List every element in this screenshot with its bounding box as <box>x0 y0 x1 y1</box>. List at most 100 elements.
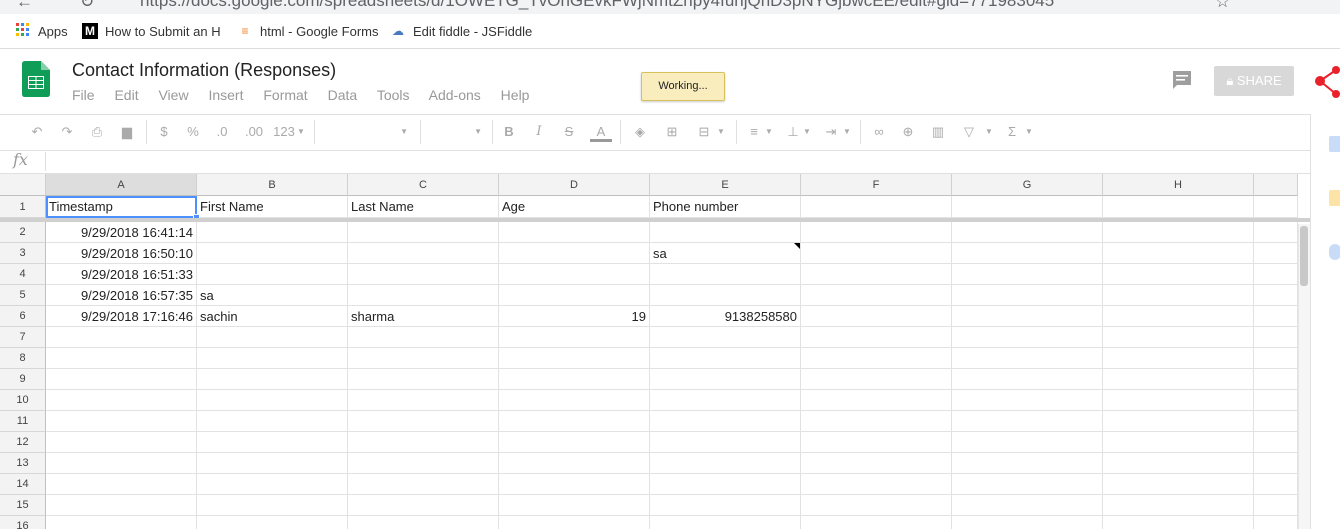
grid-cell[interactable] <box>499 348 650 369</box>
horizontal-align-icon[interactable]: ≡ <box>744 121 764 143</box>
row-header[interactable]: 8 <box>0 348 46 369</box>
grid-cell[interactable]: Phone number <box>650 196 801 218</box>
grid-cell[interactable] <box>1103 348 1254 369</box>
calendar-icon[interactable] <box>1329 136 1340 152</box>
grid-cell[interactable] <box>46 453 197 474</box>
vertical-align-icon[interactable]: ⊥ <box>784 121 802 143</box>
grid-cell[interactable]: 9138258580 <box>650 306 801 327</box>
grid-cell[interactable] <box>1254 285 1298 306</box>
row-header[interactable]: 9 <box>0 369 46 390</box>
comments-icon[interactable] <box>1171 69 1193 96</box>
grid-cell[interactable] <box>1103 453 1254 474</box>
grid-cell[interactable] <box>197 264 348 285</box>
grid-cell[interactable] <box>197 327 348 348</box>
column-header-f[interactable]: F <box>801 174 952 196</box>
grid-cell[interactable] <box>1254 453 1298 474</box>
grid-cell[interactable] <box>197 411 348 432</box>
grid-cell[interactable] <box>46 432 197 453</box>
grid-cell[interactable] <box>348 453 499 474</box>
grid-cell[interactable] <box>650 390 801 411</box>
address-bar[interactable]: ← ↻ https://docs.google.com/spreadsheets… <box>0 0 1340 14</box>
grid-cell[interactable] <box>499 327 650 348</box>
grid-cell[interactable]: 9/29/2018 16:51:33 <box>46 264 197 285</box>
grid-cell[interactable] <box>650 264 801 285</box>
text-color-icon[interactable]: A <box>590 121 612 142</box>
redo-icon[interactable]: ↷ <box>58 121 76 143</box>
grid-cell[interactable] <box>650 474 801 495</box>
grid-cell[interactable] <box>801 348 952 369</box>
grid-cell[interactable] <box>650 411 801 432</box>
row-header[interactable]: 6 <box>0 306 46 327</box>
grid-cell[interactable] <box>650 369 801 390</box>
grid-cell[interactable] <box>46 411 197 432</box>
grid-cell[interactable] <box>1254 327 1298 348</box>
grid-cell[interactable] <box>801 432 952 453</box>
insert-comment-icon[interactable]: ⊕ <box>898 121 918 143</box>
number-format-button[interactable]: 123 <box>272 121 296 143</box>
grid-cell[interactable] <box>952 453 1103 474</box>
grid-cell[interactable] <box>46 474 197 495</box>
grid-cell[interactable] <box>1103 306 1254 327</box>
insert-chart-icon[interactable]: ▥ <box>928 121 948 143</box>
grid-cell[interactable] <box>197 474 348 495</box>
grid-cell[interactable] <box>1254 264 1298 285</box>
grid-cell[interactable] <box>499 411 650 432</box>
grid-cell[interactable] <box>197 369 348 390</box>
grid-cell[interactable] <box>650 516 801 529</box>
column-header-d[interactable]: D <box>499 174 650 196</box>
grid-cell[interactable] <box>952 327 1103 348</box>
chevron-down-icon[interactable]: ▼ <box>296 121 306 143</box>
grid-cell[interactable] <box>1254 390 1298 411</box>
bookmark-apps[interactable]: Apps <box>15 23 68 39</box>
column-header-b[interactable]: B <box>197 174 348 196</box>
grid-cell[interactable] <box>499 369 650 390</box>
reload-icon[interactable]: ↻ <box>80 0 94 12</box>
menu-edit[interactable]: Edit <box>114 87 138 103</box>
grid-cell[interactable] <box>348 411 499 432</box>
row-header[interactable]: 1 <box>0 196 46 218</box>
grid-cell[interactable] <box>197 495 348 516</box>
text-wrapping-icon[interactable]: ⇥ <box>820 121 842 143</box>
row-header[interactable]: 12 <box>0 432 46 453</box>
grid-cell[interactable] <box>952 222 1103 243</box>
grid-cell[interactable] <box>801 243 952 264</box>
chevron-down-icon[interactable]: ▼ <box>984 121 994 143</box>
grid-cell[interactable] <box>348 369 499 390</box>
menu-file[interactable]: File <box>72 87 95 103</box>
grid-cell[interactable] <box>801 222 952 243</box>
grid-cell[interactable] <box>197 516 348 529</box>
keep-icon[interactable] <box>1329 190 1340 206</box>
italic-icon[interactable]: I <box>530 121 548 143</box>
grid-cell[interactable]: 19 <box>499 306 650 327</box>
grid-cell[interactable] <box>348 516 499 529</box>
grid-cell[interactable] <box>952 411 1103 432</box>
grid-cell[interactable] <box>650 285 801 306</box>
grid-cell[interactable] <box>801 411 952 432</box>
grid-cell[interactable] <box>46 327 197 348</box>
row-header[interactable]: 14 <box>0 474 46 495</box>
grid-cell[interactable] <box>801 264 952 285</box>
grid-cell[interactable]: 9/29/2018 16:41:14 <box>46 222 197 243</box>
grid-cell[interactable]: sa <box>650 243 801 264</box>
chevron-down-icon[interactable]: ▼ <box>842 121 852 143</box>
grid-cell[interactable] <box>348 348 499 369</box>
grid-cell[interactable] <box>952 243 1103 264</box>
column-header-c[interactable]: C <box>348 174 499 196</box>
grid-cell[interactable] <box>650 495 801 516</box>
grid-cell[interactable] <box>348 432 499 453</box>
bookmark-jsfiddle[interactable]: ☁ Edit fiddle - JSFiddle <box>390 23 532 39</box>
grid-cell[interactable] <box>801 327 952 348</box>
row-header[interactable]: 3 <box>0 243 46 264</box>
grid-cell[interactable] <box>1103 243 1254 264</box>
grid-cell[interactable]: 9/29/2018 17:16:46 <box>46 306 197 327</box>
grid-cell[interactable] <box>499 243 650 264</box>
grid-cell[interactable] <box>197 390 348 411</box>
grid-cell[interactable] <box>499 264 650 285</box>
grid-cell[interactable] <box>348 222 499 243</box>
bookmark-star-icon[interactable]: ☆ <box>1215 0 1230 12</box>
menu-view[interactable]: View <box>158 87 188 103</box>
grid-cell[interactable] <box>348 285 499 306</box>
print-icon[interactable]: ⎙ <box>88 121 106 143</box>
menu-help[interactable]: Help <box>501 87 530 103</box>
row-header[interactable]: 2 <box>0 222 46 243</box>
